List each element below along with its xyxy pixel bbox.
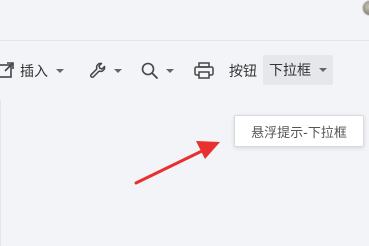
annotation-arrow (134, 141, 220, 185)
